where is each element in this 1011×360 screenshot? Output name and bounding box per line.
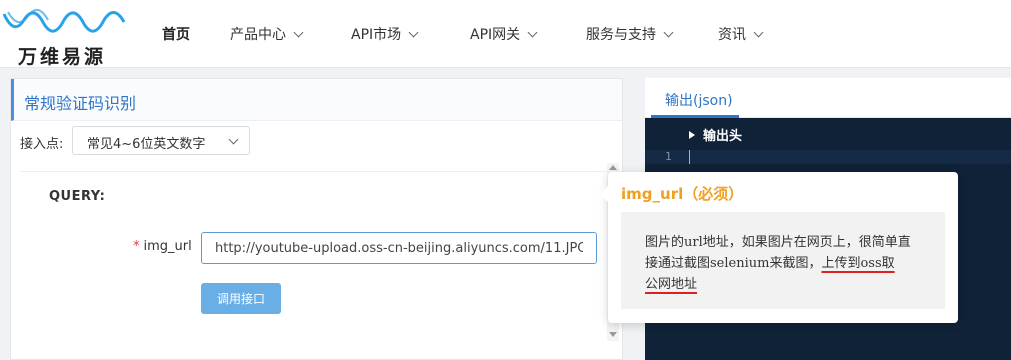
caret-right-icon (689, 131, 695, 139)
param-tooltip: img_url（必须） 图片的url地址，如果图片在网页上，很简单直接通过截图s… (600, 172, 958, 323)
api-test-panel: 常规验证码识别 接入点: 常见4~6位英文数字 QUERY: * img_url … (10, 78, 623, 360)
brand-name: 万维易源 (18, 46, 107, 68)
chevron-down-icon (293, 27, 304, 38)
chevron-down-icon (527, 27, 538, 38)
img-url-label: * img_url (133, 239, 192, 254)
query-section-label: QUERY: (49, 189, 106, 204)
nav-item-label: 服务与支持 (586, 27, 656, 43)
chevron-down-icon (663, 27, 674, 38)
tooltip-arrow (600, 186, 608, 202)
nav-item-news[interactable]: 资讯 (718, 24, 764, 46)
wave-logo-icon (2, 9, 126, 33)
nav-item-api-market[interactable]: API市场 (351, 24, 419, 46)
tooltip-highlight-2: 公网地址 (645, 277, 698, 292)
panel-header: 常规验证码识别 (11, 79, 622, 121)
img-url-label-text: img_url (143, 239, 192, 254)
nav-item-label: API网关 (470, 27, 521, 43)
endpoint-select-value: 常见4~6位英文数字 (87, 137, 206, 152)
scroll-up-arrow-icon[interactable] (609, 165, 617, 170)
query-section (21, 171, 611, 360)
text-cursor (689, 150, 690, 164)
nav-item-service-support[interactable]: 服务与支持 (586, 24, 674, 46)
output-tabs: 输出(json) (645, 78, 1011, 118)
endpoint-label: 接入点: (20, 137, 64, 152)
tooltip-title: img_url（必须） (621, 185, 744, 203)
tooltip-highlight-1: 上传到oss取 (821, 256, 895, 271)
panel-title: 常规验证码识别 (24, 94, 137, 113)
tooltip-body: 图片的url地址，如果图片在网页上，很简单直接通过截图selenium来截图，上… (621, 212, 945, 309)
nav-item-home[interactable]: 首页 (162, 24, 190, 46)
chevron-down-icon (228, 134, 239, 145)
output-head-label: 输出头 (703, 129, 743, 144)
nav-item-products[interactable]: 产品中心 (230, 24, 304, 46)
scroll-down-arrow-icon[interactable] (609, 332, 617, 337)
top-navigation: 万维易源 首页 产品中心 API市场 API网关 服务与支持 资讯 (0, 0, 1011, 68)
output-head-toggle[interactable]: 输出头 (689, 125, 742, 144)
call-api-button[interactable]: 调用接口 (201, 283, 281, 314)
brand-logo[interactable]: 万维易源 (0, 6, 140, 68)
nav-item-api-gateway[interactable]: API网关 (470, 24, 538, 46)
chevron-down-icon (753, 27, 764, 38)
tab-output-json[interactable]: 输出(json) (665, 90, 733, 110)
nav-item-label: API市场 (351, 27, 402, 43)
endpoint-select[interactable]: 常见4~6位英文数字 (72, 126, 250, 155)
nav-item-label: 产品中心 (230, 27, 286, 43)
code-line-highlight (645, 150, 1011, 164)
line-number: 1 (665, 150, 672, 163)
nav-item-label: 首页 (162, 27, 190, 43)
required-mark: * (133, 239, 140, 254)
active-tab-indicator (651, 115, 739, 118)
img-url-input[interactable] (201, 232, 597, 264)
chevron-down-icon (408, 27, 419, 38)
nav-item-label: 资讯 (718, 27, 746, 43)
